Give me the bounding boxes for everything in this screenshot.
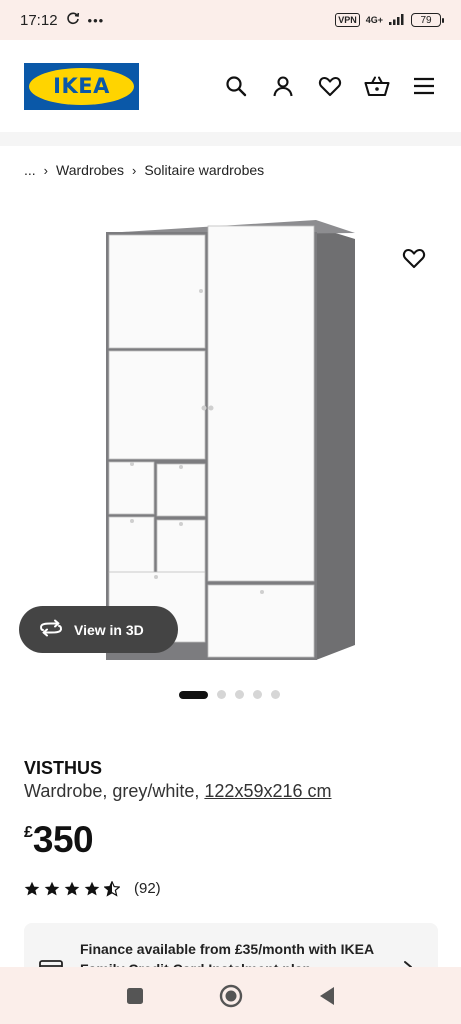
product-dimensions-link[interactable]: 122x59x216 cm — [204, 781, 331, 801]
star-full-icon — [24, 881, 40, 897]
network-label: 4G+ — [365, 15, 383, 25]
back-button[interactable] — [315, 984, 339, 1008]
battery-indicator: 79 — [411, 13, 444, 27]
rotate-3d-icon — [39, 619, 63, 640]
breadcrumb-ellipsis[interactable]: ... — [24, 162, 36, 178]
vpn-badge: VPN — [335, 13, 360, 27]
heart-icon — [402, 248, 426, 269]
battery-level: 79 — [420, 14, 432, 26]
system-navigation-bar — [0, 967, 461, 1024]
star-half-icon — [104, 880, 120, 897]
view-in-3d-label: View in 3D — [74, 621, 144, 638]
basket-icon[interactable] — [364, 73, 390, 99]
image-carousel-indicator — [179, 690, 280, 699]
carousel-dot[interactable] — [235, 690, 244, 699]
menu-icon[interactable] — [411, 73, 437, 99]
breadcrumb-item-wardrobes[interactable]: Wardrobes — [56, 162, 124, 178]
header-divider — [0, 132, 461, 146]
breadcrumb: ... › Wardrobes › Solitaire wardrobes — [24, 162, 264, 178]
chevron-right-icon: › — [43, 162, 49, 178]
more-notifications-icon: ••• — [87, 12, 105, 28]
breadcrumb-item-solitaire-wardrobes[interactable]: Solitaire wardrobes — [144, 162, 264, 178]
star-full-icon — [84, 881, 100, 897]
price-currency: £ — [24, 824, 33, 841]
chevron-right-icon: › — [131, 162, 137, 178]
home-button[interactable] — [219, 984, 243, 1008]
view-in-3d-button[interactable]: View in 3D — [19, 606, 178, 653]
signal-icon — [389, 13, 405, 28]
product-type: Wardrobe, grey/white, — [24, 781, 205, 801]
heart-icon[interactable] — [317, 73, 343, 99]
carousel-dot[interactable] — [253, 690, 262, 699]
carousel-dot-active[interactable] — [179, 690, 208, 699]
logo-text: IKEA — [53, 74, 110, 98]
recent-apps-button[interactable] — [123, 984, 147, 1008]
star-full-icon — [64, 881, 80, 897]
star-full-icon — [44, 881, 60, 897]
ikea-logo[interactable]: IKEA — [24, 62, 139, 110]
product-description: Wardrobe, grey/white, 122x59x216 cm — [24, 781, 332, 802]
product-price: £ 350 — [24, 819, 94, 860]
add-to-favourites-button[interactable] — [400, 244, 428, 272]
carousel-dot[interactable] — [217, 690, 226, 699]
price-amount: 350 — [32, 819, 94, 860]
search-icon[interactable] — [223, 73, 249, 99]
status-time: 17:12 — [20, 11, 58, 29]
status-bar: 17:12 ••• VPN 4G+ 79 — [0, 0, 461, 40]
sync-icon — [66, 11, 80, 29]
user-icon[interactable] — [270, 73, 296, 99]
app-header: IKEA — [0, 40, 461, 132]
rating-count: (92) — [134, 880, 161, 897]
product-name: VISTHUS — [24, 758, 103, 778]
carousel-dot[interactable] — [271, 690, 280, 699]
product-rating[interactable]: (92) — [24, 880, 161, 897]
